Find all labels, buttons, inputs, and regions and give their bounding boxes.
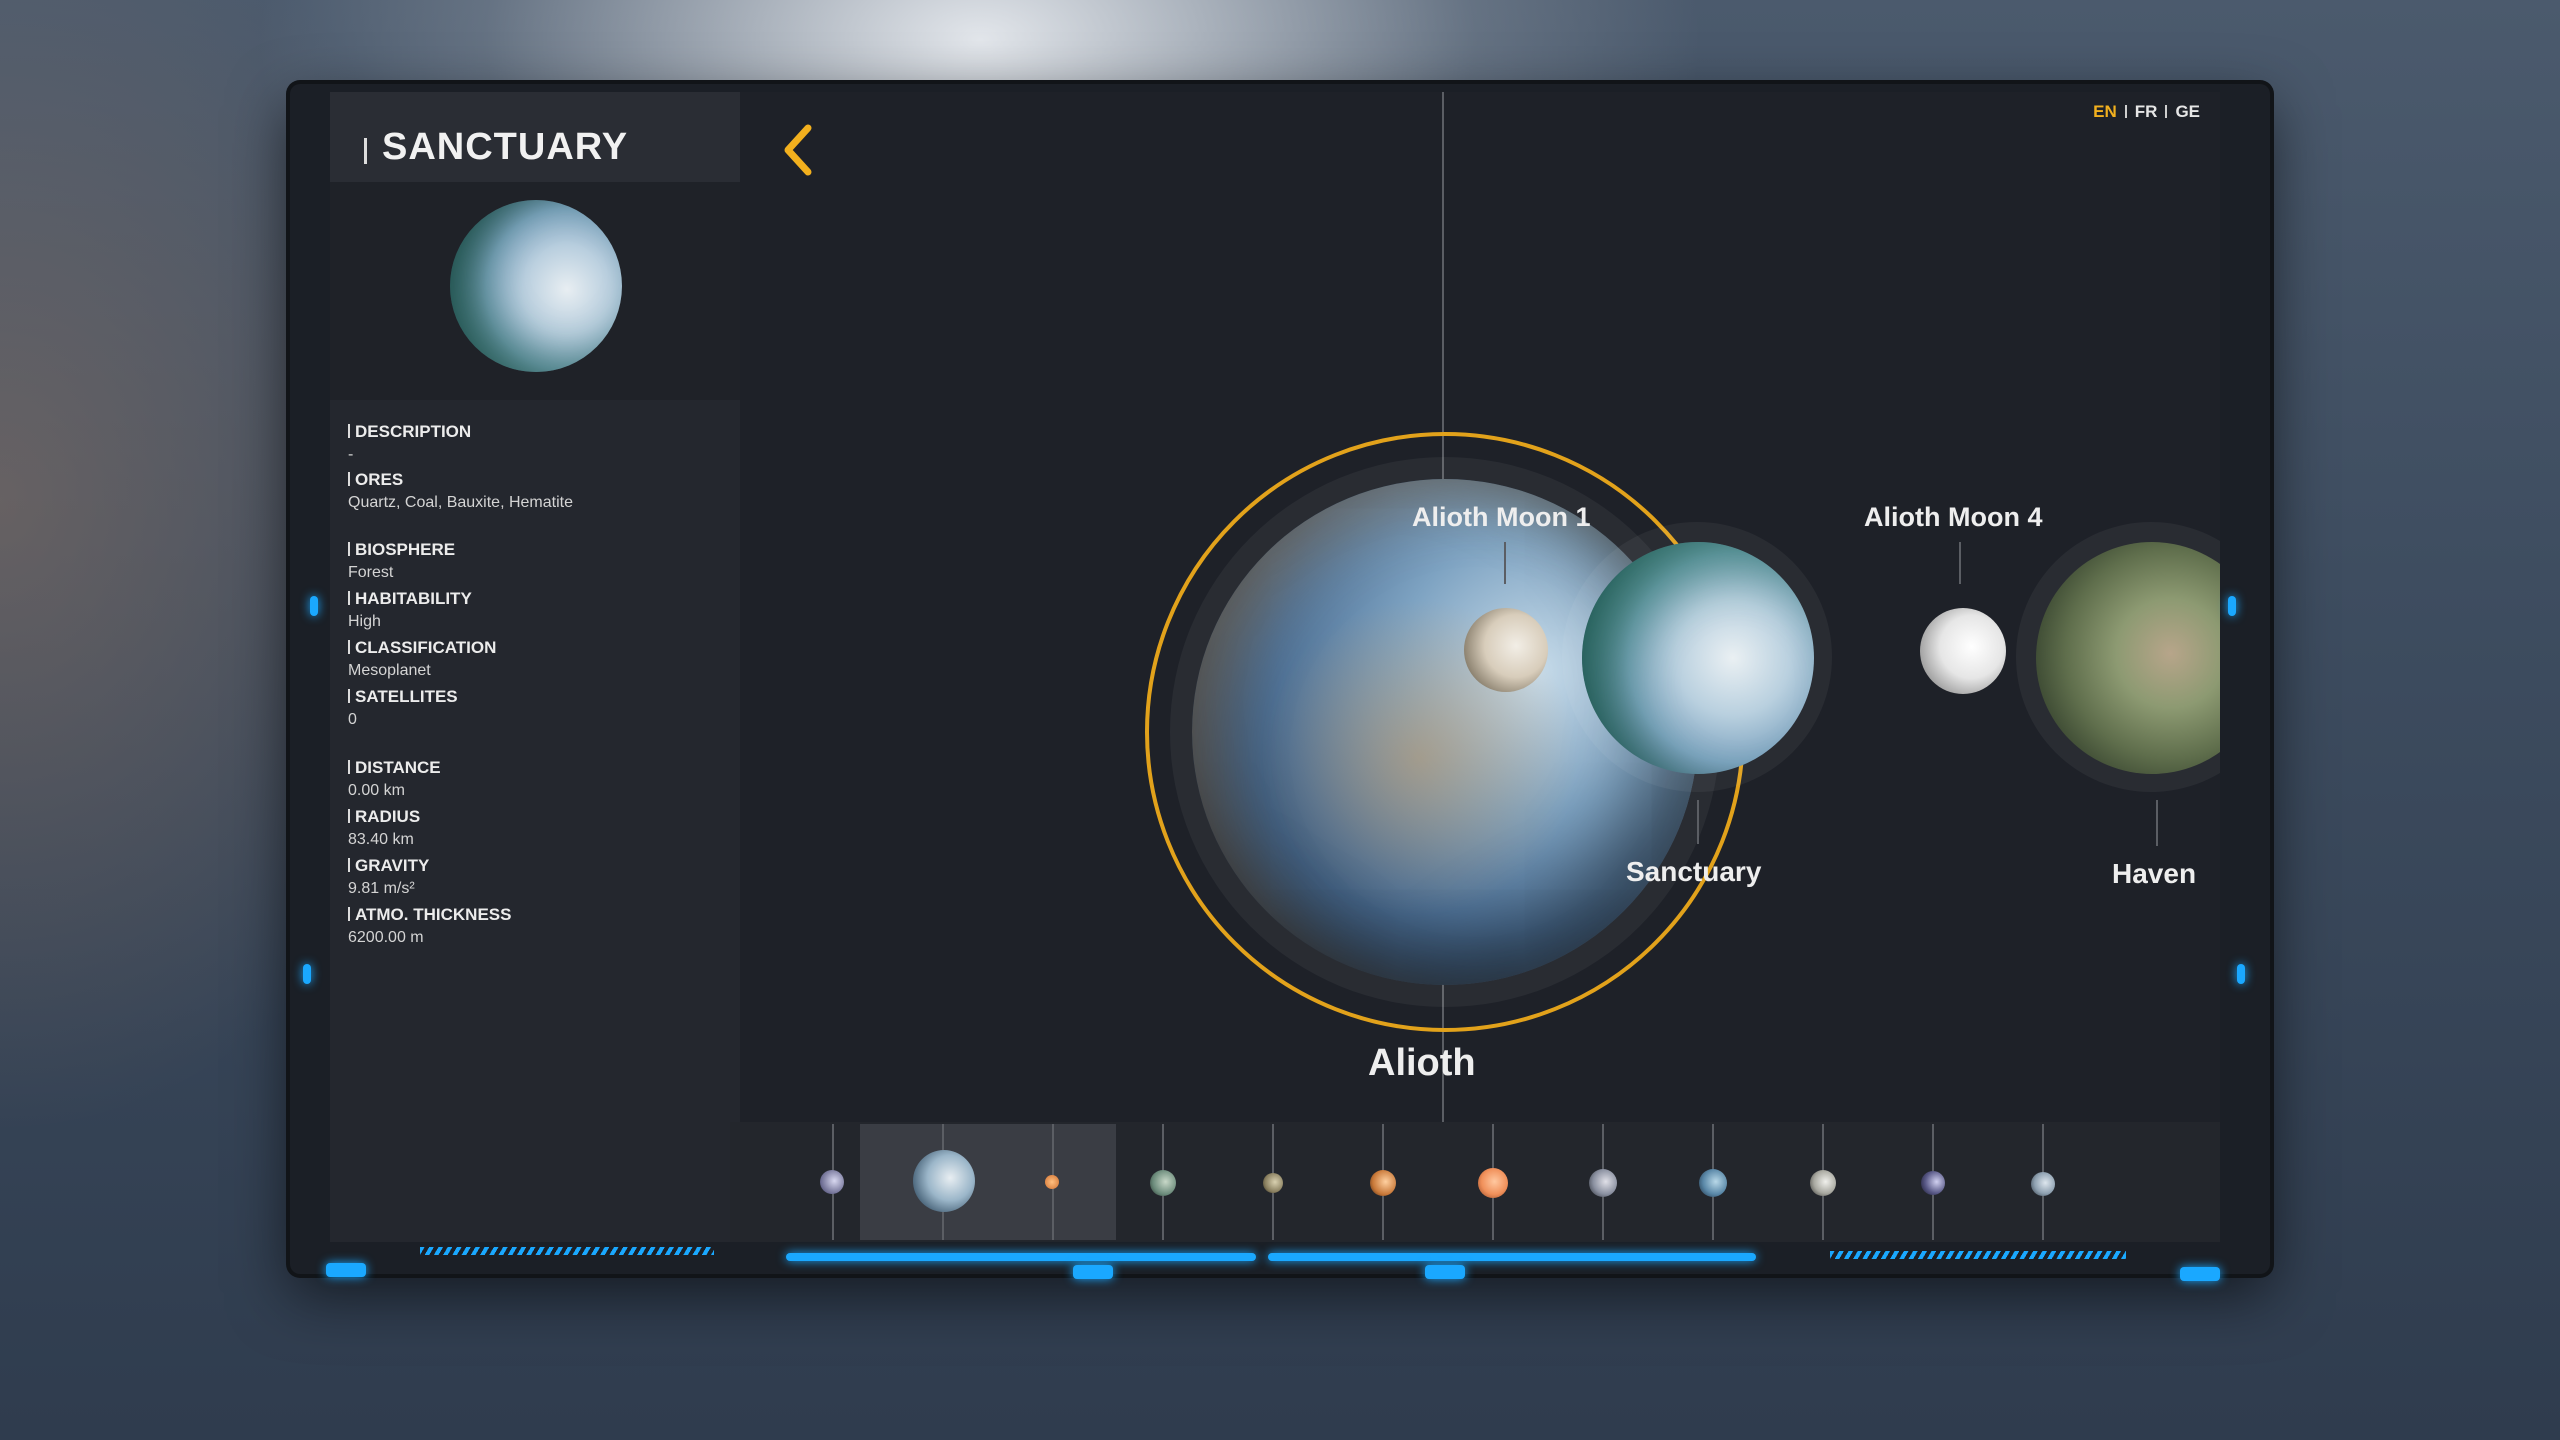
habitability-row: HABITABILITY High (348, 589, 472, 630)
timeline-planet-12[interactable] (2031, 1172, 2055, 1196)
classification-row: CLASSIFICATION Mesoplanet (348, 638, 497, 679)
alioth-moon-4[interactable] (1920, 608, 2006, 694)
alioth-label: Alioth (1368, 1042, 1476, 1084)
ores-row: ORES Quartz, Coal, Bauxite, Hematite (348, 470, 573, 511)
panel-title: SANCTUARY (382, 126, 629, 168)
atmo-thickness-row: ATMO. THICKNESS 6200.00 m (348, 905, 512, 946)
back-button[interactable] (770, 120, 830, 180)
timeline-planet-10[interactable] (1810, 1170, 1836, 1196)
timeline-planet-2[interactable] (913, 1150, 975, 1212)
alioth-moon-1[interactable] (1464, 608, 1548, 692)
bezel-connector-3 (1425, 1265, 1465, 1279)
sanctuary-label: Sanctuary (1626, 856, 1762, 887)
distance-row: DISTANCE 0.00 km (348, 758, 441, 799)
moon4-label: Alioth Moon 4 (1864, 502, 2043, 532)
lang-ge[interactable]: GE (2175, 102, 2200, 121)
satellites-row: SATELLITES 0 (348, 687, 458, 728)
timeline-planet-5[interactable] (1263, 1173, 1283, 1193)
bezel-side-light-3 (2228, 596, 2236, 616)
timeline-planet-8[interactable] (1589, 1169, 1617, 1197)
timeline-planet-11[interactable] (1921, 1171, 1945, 1195)
bezel-light-center-left (786, 1253, 1256, 1261)
lang-fr[interactable]: FR (2135, 102, 2158, 121)
planet-sanctuary[interactable] (1582, 542, 1814, 774)
biosphere-row: BIOSPHERE Forest (348, 540, 456, 581)
bezel-side-light-4 (2237, 964, 2245, 984)
moon1-connector (1504, 542, 1506, 584)
moon4-connector (1959, 542, 1961, 584)
timeline-planet-6[interactable] (1370, 1170, 1396, 1196)
timeline-planet-9[interactable] (1699, 1169, 1727, 1197)
planet-info-panel: SANCTUARY DESCRIPTION - ORES Quartz, Coa… (330, 92, 740, 1242)
bezel-connector-4 (2180, 1267, 2220, 1281)
timeline-selection[interactable] (860, 1124, 1116, 1240)
moon1-label: Alioth Moon 1 (1412, 502, 1591, 532)
description-row: DESCRIPTION - (348, 422, 472, 463)
timeline-planet-3[interactable] (1045, 1175, 1059, 1189)
bezel-light-center-right (1268, 1253, 1756, 1261)
bezel-stripe-right (1830, 1251, 2126, 1259)
title-marker (364, 138, 367, 164)
radius-row: RADIUS 83.40 km (348, 807, 421, 848)
sanctuary-thumbnail (450, 200, 622, 372)
panel-header: SANCTUARY (330, 92, 740, 182)
gravity-row: GRAVITY 9.81 m/s² (348, 856, 430, 897)
bezel-side-light-1 (310, 596, 318, 616)
timeline-planet-1[interactable] (820, 1170, 844, 1194)
bezel-connector-2 (1073, 1265, 1113, 1279)
timeline-planet-4[interactable] (1150, 1170, 1176, 1196)
lang-en[interactable]: EN (2093, 102, 2117, 121)
sanctuary-connector (1697, 800, 1699, 844)
bezel-connector-1 (326, 1263, 366, 1277)
bezel-side-light-2 (303, 964, 311, 984)
language-selector: EN FR GE (2093, 102, 2200, 122)
chevron-left-icon (784, 124, 812, 176)
timeline-planet-7[interactable] (1478, 1168, 1508, 1198)
star-map-screen: SANCTUARY DESCRIPTION - ORES Quartz, Coa… (330, 92, 2220, 1242)
haven-connector (2156, 800, 2158, 846)
planet-thumbnail-area (330, 182, 740, 400)
bezel-stripe-left (420, 1247, 714, 1255)
haven-label: Haven (2112, 858, 2197, 889)
